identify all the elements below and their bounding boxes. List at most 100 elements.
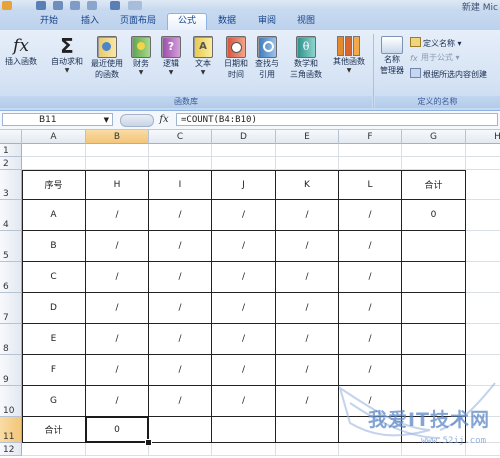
row-label-cell[interactable]: C [22,262,86,293]
grid-cell[interactable] [149,144,212,157]
table-cell[interactable]: / [86,262,149,293]
table-cell[interactable]: / [86,324,149,355]
tab-data[interactable]: 数据 [210,14,244,30]
column-header-b[interactable]: B [86,130,149,144]
table-header-cell[interactable]: 序号 [22,170,86,200]
table-header-cell[interactable]: K [276,170,339,200]
table-cell[interactable] [149,417,212,443]
use-in-formula-button[interactable]: fx 用于公式 ▾ [410,52,460,64]
tab-page-layout[interactable]: 页面布局 [112,14,164,30]
grid-cell[interactable] [276,144,339,157]
row-header-10[interactable]: 10 [0,386,22,417]
table-cell[interactable] [402,262,466,293]
table-cell[interactable]: / [276,262,339,293]
recently-used-button[interactable]: 最近使用 的函数 [88,34,126,92]
row-header-6[interactable]: 6 [0,262,22,293]
grid-cell[interactable] [466,231,500,262]
grid-cell[interactable] [402,157,466,170]
table-cell[interactable]: / [149,200,212,231]
table-cell[interactable]: / [276,386,339,417]
grid-cell[interactable] [466,386,500,417]
row-label-cell[interactable]: B [22,231,86,262]
grid-cell[interactable] [466,324,500,355]
grid-cell[interactable] [466,417,500,443]
grid-cell[interactable] [149,443,212,456]
table-cell[interactable]: / [212,386,276,417]
grid-cell[interactable] [149,157,212,170]
tab-view[interactable]: 视图 [289,14,323,30]
column-header-f[interactable]: F [339,130,402,144]
financial-button[interactable]: 财务 ▼ [128,34,154,92]
table-cell[interactable]: / [212,324,276,355]
grid-cell[interactable] [22,443,86,456]
table-header-cell[interactable]: I [149,170,212,200]
grid-cell[interactable] [86,443,149,456]
name-manager-button[interactable]: 名称 管理器 [377,34,407,92]
grid-cell[interactable] [339,443,402,456]
tab-home[interactable]: 开始 [32,14,66,30]
row-header-2[interactable]: 2 [0,157,22,170]
row-label-cell[interactable]: E [22,324,86,355]
date-time-button[interactable]: 日期和 时间 [220,34,252,92]
table-header-cell[interactable]: H [86,170,149,200]
define-name-button[interactable]: 定义名称 ▾ [410,37,462,49]
row-header-1[interactable]: 1 [0,144,22,157]
table-cell[interactable]: / [339,262,402,293]
table-cell[interactable]: / [276,200,339,231]
grid-cell[interactable] [212,443,276,456]
grid-cell[interactable] [22,157,86,170]
grid-cell[interactable] [339,157,402,170]
row-header-12[interactable]: 12 [0,443,22,456]
table-cell[interactable] [402,324,466,355]
table-cell[interactable]: / [149,355,212,386]
row-header-5[interactable]: 5 [0,231,22,262]
column-header-a[interactable]: A [22,130,86,144]
grid-cell[interactable] [466,262,500,293]
grid-cell[interactable] [466,443,500,456]
fill-handle[interactable] [145,439,152,446]
worksheet-grid[interactable]: A B C D E F G H 1 2 3 4 5 6 7 8 9 10 11 12 序号 H I J K L 合计 A / / / //0 B… [0,130,500,458]
grid-cell[interactable] [276,443,339,456]
logical-button[interactable]: ? 逻辑 ▼ [158,34,184,92]
insert-function-fx-icon[interactable]: fx [155,113,173,126]
save-icon[interactable] [36,1,46,10]
insert-function-button[interactable]: fx 插入函数 [1,34,41,92]
table-cell[interactable]: / [86,200,149,231]
table-cell[interactable]: / [212,231,276,262]
redo-icon[interactable] [70,1,80,10]
row-header-8[interactable]: 8 [0,324,22,355]
row-header-11[interactable]: 11 [0,417,22,443]
grid-cell[interactable] [339,144,402,157]
tab-formulas[interactable]: 公式 [167,13,207,31]
grid-cell[interactable] [212,144,276,157]
lookup-reference-button[interactable]: 查找与 引用 [252,34,282,92]
grid-cell[interactable] [466,170,500,200]
table-cell[interactable]: / [86,355,149,386]
table-cell[interactable]: / [149,324,212,355]
row-header-7[interactable]: 7 [0,293,22,324]
table-cell[interactable]: / [339,200,402,231]
table-cell[interactable] [402,293,466,324]
customize-quick-access-icon[interactable] [87,1,97,10]
text-functions-button[interactable]: A 文本 ▼ [190,34,216,92]
column-header-c[interactable]: C [149,130,212,144]
quick-access-dropdown-icon[interactable] [128,1,142,10]
grid-cell[interactable] [466,355,500,386]
table-cell[interactable]: / [212,262,276,293]
table-cell[interactable]: / [276,355,339,386]
table-cell[interactable]: / [212,200,276,231]
table-cell[interactable] [212,417,276,443]
table-cell[interactable]: / [212,355,276,386]
print-icon[interactable] [110,1,120,10]
table-cell[interactable] [402,417,466,443]
grid-cell[interactable] [466,144,500,157]
row-label-cell[interactable]: A [22,200,86,231]
table-cell[interactable]: 0 [402,200,466,231]
table-cell[interactable]: / [339,355,402,386]
table-cell[interactable]: / [86,386,149,417]
row-header-4[interactable]: 4 [0,200,22,231]
table-header-cell[interactable]: 合计 [402,170,466,200]
table-cell[interactable] [276,417,339,443]
formula-input[interactable]: =COUNT(B4:B10) [176,113,498,126]
grid-cell[interactable] [466,200,500,231]
